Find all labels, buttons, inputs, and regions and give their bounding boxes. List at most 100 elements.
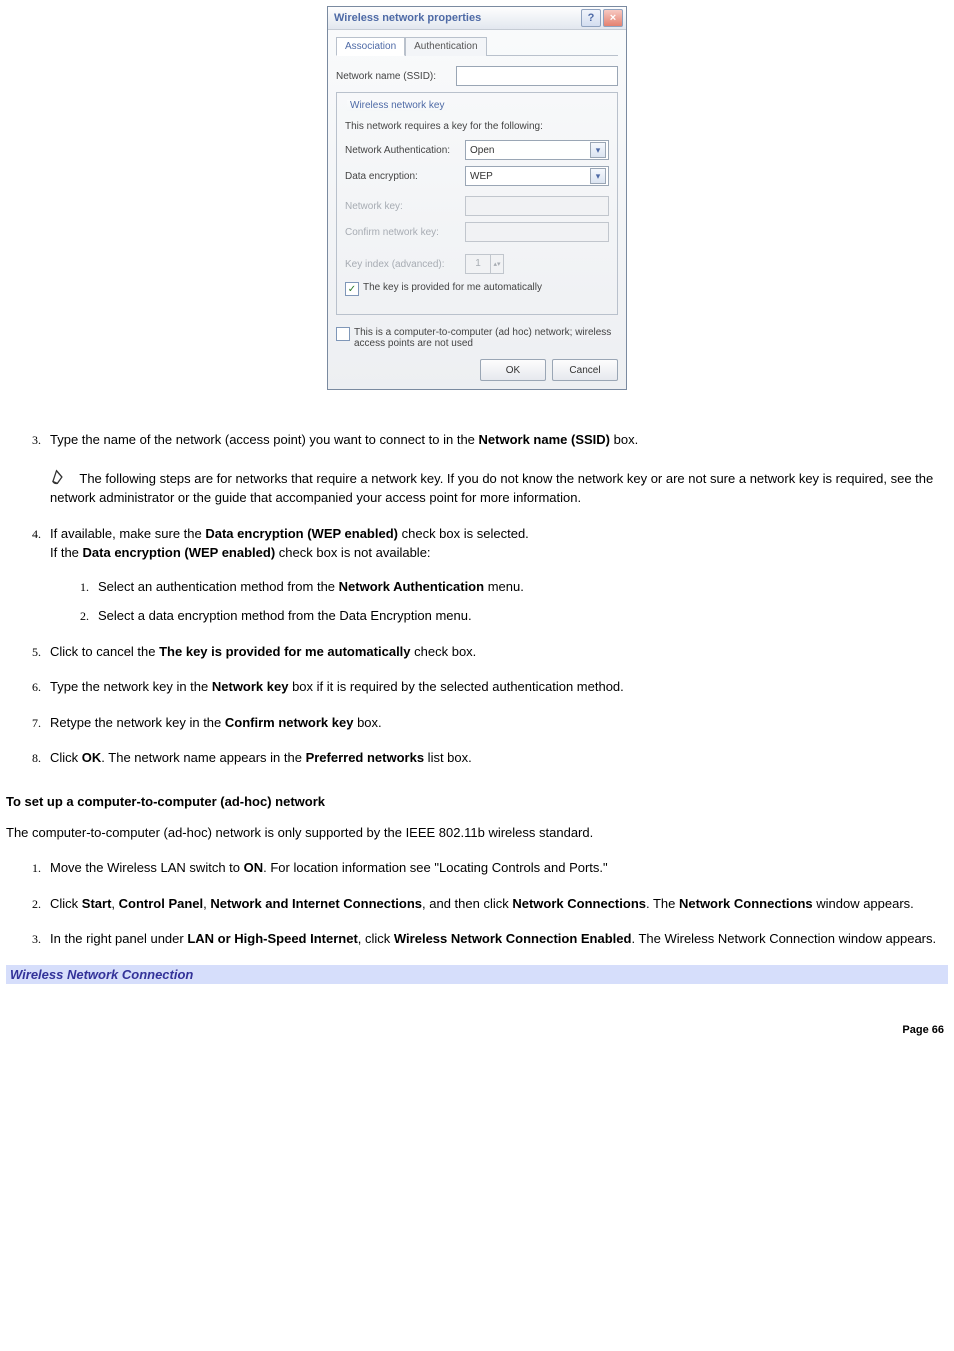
network-key-input (465, 196, 609, 216)
key-index-label: Key index (advanced): (345, 259, 465, 270)
list-item: Select a data encryption method from the… (92, 606, 948, 626)
encryption-value: WEP (470, 171, 493, 182)
text: Click (50, 750, 82, 765)
section-heading: To set up a computer-to-computer (ad-hoc… (6, 794, 948, 809)
text: box if it is required by the selected au… (288, 679, 623, 694)
sub-list: Select an authentication method from the… (50, 577, 948, 626)
text: window appears. (813, 896, 914, 911)
bold-text: Preferred networks (306, 750, 425, 765)
tab-association[interactable]: Association (336, 37, 405, 56)
page-number: Page 66 (6, 1024, 948, 1036)
note-icon (50, 468, 72, 486)
help-button[interactable]: ? (581, 9, 601, 27)
bold-text: Network name (SSID) (479, 432, 610, 447)
wireless-key-fieldset: Wireless network key This network requir… (336, 92, 618, 315)
chevron-down-icon: ▾ (590, 142, 606, 158)
instruction-list: Type the name of the network (access poi… (6, 430, 948, 768)
auth-label: Network Authentication: (345, 145, 465, 156)
text: If available, make sure the (50, 526, 205, 541)
bold-text: Network Connections (679, 896, 813, 911)
close-button[interactable]: × (603, 9, 623, 27)
dialog-titlebar: Wireless network properties ? × (328, 7, 626, 30)
text: menu. (484, 579, 524, 594)
wireless-properties-dialog: Wireless network properties ? × Associat… (327, 6, 627, 390)
list-item: Click to cancel the The key is provided … (44, 642, 948, 662)
bold-text: The key is provided for me automatically (159, 644, 410, 659)
tab-authentication[interactable]: Authentication (405, 37, 486, 56)
text: . The (646, 896, 679, 911)
list-item: Type the name of the network (access poi… (44, 430, 948, 508)
text: Click (50, 896, 82, 911)
text: If the (50, 545, 83, 560)
bold-text: Control Panel (119, 896, 204, 911)
dialog-tabs: Association Authentication (336, 36, 618, 56)
bold-text: ON (244, 860, 264, 875)
text: , and then click (422, 896, 512, 911)
confirm-key-label: Confirm network key: (345, 227, 465, 238)
bold-text: OK (82, 750, 102, 765)
intro-text: The computer-to-computer (ad-hoc) networ… (6, 823, 948, 843)
note-text: The following steps are for networks tha… (50, 471, 933, 506)
list-item: Select an authentication method from the… (92, 577, 948, 597)
note-block: The following steps are for networks tha… (50, 468, 948, 508)
bold-text: Network key (212, 679, 289, 694)
bold-text: LAN or High-Speed Internet (187, 931, 357, 946)
text: Move the Wireless LAN switch to (50, 860, 244, 875)
spinner-icon: ▴▾ (491, 254, 504, 274)
ssid-label: Network name (SSID): (336, 71, 456, 82)
network-key-label: Network key: (345, 201, 465, 212)
chevron-down-icon: ▾ (590, 168, 606, 184)
text: box. (353, 715, 381, 730)
text: . The network name appears in the (101, 750, 305, 765)
bold-text: Start (82, 896, 112, 911)
text: Type the network key in the (50, 679, 212, 694)
text: list box. (424, 750, 472, 765)
bold-text: Confirm network key (225, 715, 354, 730)
text: , click (358, 931, 394, 946)
text: Select a data encryption method from the… (98, 608, 472, 623)
list-item: Click Start, Control Panel, Network and … (44, 894, 948, 914)
bold-text: Network Connections (512, 896, 646, 911)
cancel-button[interactable]: Cancel (552, 359, 618, 381)
text: Retype the network key in the (50, 715, 225, 730)
text: . For location information see "Locating… (263, 860, 608, 875)
list-item: Click OK. The network name appears in th… (44, 748, 948, 768)
adhoc-label: This is a computer-to-computer (ad hoc) … (354, 327, 618, 349)
bold-text: Data encryption (WEP enabled) (83, 545, 276, 560)
dialog-title: Wireless network properties (334, 12, 481, 24)
text: check box is not available: (275, 545, 430, 560)
encryption-label: Data encryption: (345, 171, 465, 182)
encryption-select[interactable]: WEP ▾ (465, 166, 609, 186)
adhoc-instruction-list: Move the Wireless LAN switch to ON. For … (6, 858, 948, 949)
text: . The Wireless Network Connection window… (631, 931, 936, 946)
auto-key-label: The key is provided for me automatically (363, 282, 542, 293)
list-item: In the right panel under LAN or High-Spe… (44, 929, 948, 949)
key-index-value: 1 (465, 254, 491, 274)
fieldset-legend: Wireless network key (347, 100, 447, 111)
list-item: Retype the network key in the Confirm ne… (44, 713, 948, 733)
adhoc-checkbox[interactable] (336, 327, 350, 341)
bold-text: Network and Internet Connections (210, 896, 422, 911)
auth-select[interactable]: Open ▾ (465, 140, 609, 160)
ok-button[interactable]: OK (480, 359, 546, 381)
confirm-key-input (465, 222, 609, 242)
bold-text: Data encryption (WEP enabled) (205, 526, 398, 541)
requires-text: This network requires a key for the foll… (345, 121, 609, 132)
text: In the right panel under (50, 931, 187, 946)
list-item: If available, make sure the Data encrypt… (44, 524, 948, 626)
figure-caption: Wireless Network Connection (6, 965, 948, 984)
text: box. (610, 432, 638, 447)
text: check box is selected. (398, 526, 529, 541)
list-item: Move the Wireless LAN switch to ON. For … (44, 858, 948, 878)
ssid-input[interactable] (456, 66, 618, 86)
text: Select an authentication method from the (98, 579, 339, 594)
text: Click to cancel the (50, 644, 159, 659)
text: Type the name of the network (access poi… (50, 432, 479, 447)
auth-value: Open (470, 145, 494, 156)
bold-text: Wireless Network Connection Enabled (394, 931, 632, 946)
auto-key-checkbox[interactable]: ✓ (345, 282, 359, 296)
list-item: Type the network key in the Network key … (44, 677, 948, 697)
key-index-spinner: 1 ▴▾ (465, 254, 504, 274)
bold-text: Network Authentication (339, 579, 484, 594)
dialog-screenshot: Wireless network properties ? × Associat… (6, 6, 948, 390)
